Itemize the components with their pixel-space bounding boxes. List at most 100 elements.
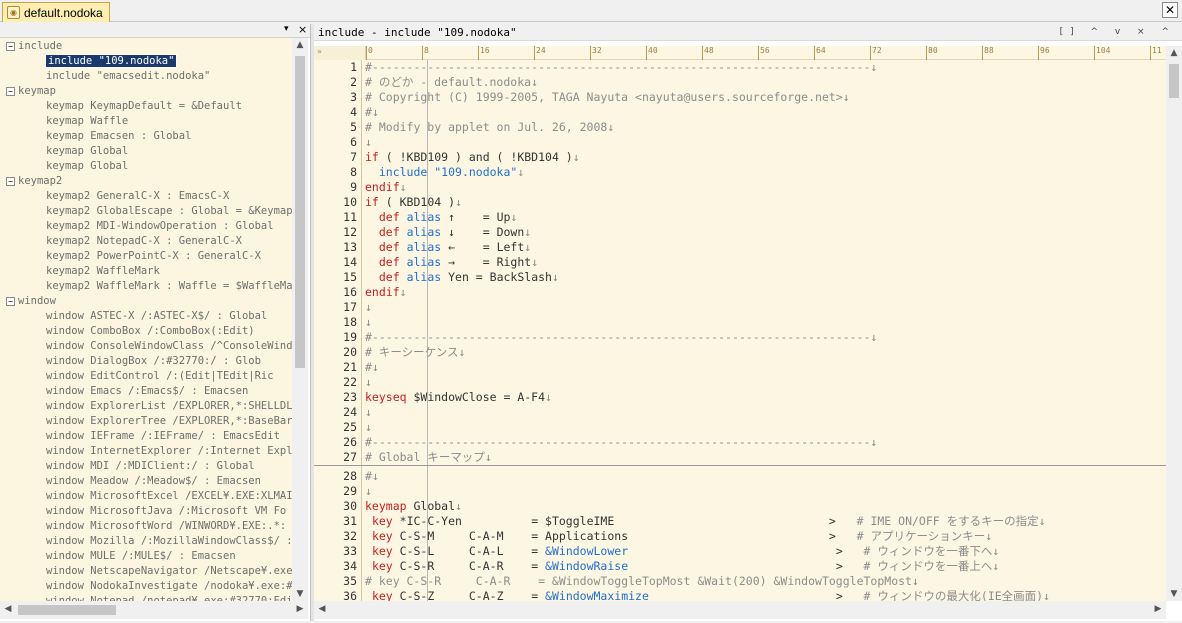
editor-vertical-scrollbar[interactable]: ▲ ▼ (1166, 46, 1182, 601)
scroll-right-icon[interactable]: ▶ (1150, 604, 1166, 614)
tree-item[interactable]: keymap Global (46, 159, 128, 174)
scroll-up-icon[interactable]: ▲ (1166, 48, 1182, 58)
tree-item[interactable]: window MULE /:MULE$/ : Emacsen (46, 549, 236, 564)
outline-tree[interactable]: − include include "109.nodoka" include "ema… (0, 38, 292, 601)
code-line[interactable]: key *IC-C-Yen = $ToggleIME > # IME ON/OF… (365, 514, 1046, 529)
tree-item[interactable]: window NetscapeNavigator /Netscape¥.exe: (46, 564, 292, 579)
scroll-right-icon[interactable]: ▶ (292, 604, 308, 614)
tree-item[interactable]: window MicrosoftExcel /EXCEL¥.EXE:XLMAIN (46, 489, 292, 504)
tree-item[interactable]: keymap KeymapDefault = &Default (46, 99, 242, 114)
tree-item[interactable]: window DialogBox /:#32770:/ : Glob (46, 354, 261, 369)
code-line[interactable]: ↓ (365, 405, 372, 420)
code-line[interactable]: ↓ (365, 484, 372, 499)
tree-item[interactable]: window Mozilla /:MozillaWindowClass$/ : (46, 534, 292, 549)
code-line[interactable]: key C-S-Z C-A-Z = &WindowMaximize > # ウィ… (365, 589, 1050, 601)
code-line[interactable]: def alias ↑ = Up↓ (365, 210, 518, 225)
code-line[interactable]: keyseq $WindowClose = A-F4↓ (365, 390, 552, 405)
editor-header-icons[interactable]: [] ^ v × ^ (1060, 24, 1176, 41)
code-line[interactable]: key C-S-L C-A-L = &WindowLower > # ウィンドウ… (365, 544, 999, 559)
code-line[interactable]: #---------------------------------------… (365, 60, 877, 75)
code-line[interactable]: def alias → = Right↓ (365, 255, 538, 270)
code-line[interactable]: if ( !KBD109 ) and ( !KBD104 )↓ (365, 150, 580, 165)
code-line[interactable]: #---------------------------------------… (365, 330, 877, 345)
tree-item[interactable]: window IEFrame /:IEFrame/ : EmacsEdit (46, 429, 280, 444)
tree-group[interactable]: − keymap2 (6, 174, 62, 189)
tree-item[interactable]: window EditControl /:(Edit|TEdit|Ric (46, 369, 274, 384)
code-line[interactable]: def alias Yen = BackSlash↓ (365, 270, 559, 285)
code-line[interactable]: def alias ← = Left↓ (365, 240, 531, 255)
close-panel-icon[interactable]: × (298, 23, 307, 36)
tree-item[interactable]: window Meadow /:Meadow$/ : Emacsen (46, 474, 261, 489)
code-line[interactable]: keymap Global↓ (365, 499, 462, 514)
code-line[interactable]: ↓ (365, 315, 372, 330)
code-line[interactable]: #↓ (365, 469, 379, 484)
code-line[interactable]: ↓ (365, 135, 372, 150)
tree-item[interactable]: window InternetExplorer /:Internet Explo (46, 444, 292, 459)
outline-horizontal-scrollbar[interactable]: ◀ ▶ (0, 601, 308, 619)
code-line[interactable]: # キーシーケンス↓ (365, 345, 465, 360)
collapse-toggle-icon[interactable]: − (6, 86, 15, 96)
tree-item[interactable]: keymap2 MDI-WindowOperation : Global (46, 219, 274, 234)
tree-item[interactable]: keymap2 NotepadC-X : GeneralC-X (46, 234, 242, 249)
collapse-toggle-icon[interactable]: − (6, 41, 15, 51)
tree-item[interactable]: keymap Emacsen : Global (46, 129, 191, 144)
tree-item[interactable]: window MicrosoftWord /WINWORD¥.EXE:.*: W (46, 519, 292, 534)
tree-item[interactable]: keymap2 WaffleMark : Waffle = $WaffleMar… (46, 279, 292, 294)
tree-item[interactable]: keymap Waffle (46, 114, 128, 129)
code-line[interactable]: endif↓ (365, 285, 407, 300)
collapse-toggle-icon[interactable]: − (6, 296, 15, 306)
tree-item[interactable]: keymap2 GlobalEscape : Global = &KeymapP… (46, 204, 292, 219)
code-line[interactable]: # Copyright (C) 1999-2005, TAGA Nayuta <… (365, 90, 850, 105)
code-line[interactable]: endif↓ (365, 180, 407, 195)
code-line[interactable]: ↓ (365, 420, 372, 435)
scroll-down-icon[interactable]: ▼ (292, 589, 308, 599)
tree-item[interactable]: window ComboBox /:ComboBox(:Edit) (46, 324, 255, 339)
tree-item[interactable]: keymap2 GeneralC-X : EmacsC-X (46, 189, 229, 204)
code-editor[interactable]: 1 2 3 4 5 6 7 8 9 10 11 12 13 14 15 16 17 18 19 20 21 22 23 24 2… (314, 60, 1166, 601)
tree-item[interactable]: window MicrosoftJava /:Microsoft VM Fo (46, 504, 286, 519)
code-line[interactable]: key C-S-R C-A-R = &WindowRaise > # ウィンドウ… (365, 559, 999, 574)
tree-group[interactable]: − window (6, 294, 56, 309)
scroll-down-icon[interactable]: ▼ (1166, 589, 1182, 599)
tree-item[interactable]: keymap Global (46, 144, 128, 159)
tree-group[interactable]: − keymap (6, 84, 56, 99)
tree-item[interactable]: window Emacs /:Emacs$/ : Emacsen (46, 384, 248, 399)
scroll-left-icon[interactable]: ◀ (314, 604, 330, 614)
code-line[interactable]: # Modify by applet on Jul. 26, 2008↓ (365, 120, 614, 135)
tree-item[interactable]: window ASTEC-X /:ASTEC-X$/ : Global (46, 309, 267, 324)
tree-item[interactable]: window ExplorerTree /EXPLORER,*:BaseBar: (46, 414, 292, 429)
tree-group[interactable]: − include (6, 39, 62, 54)
dropdown-icon[interactable]: ▾ (284, 24, 289, 34)
scroll-thumb[interactable] (18, 605, 116, 615)
tree-item[interactable]: window ExplorerList /EXPLORER,*:SHELLDLL (46, 399, 292, 414)
document-tab[interactable]: ◉ default.nodoka (2, 2, 110, 22)
tree-item[interactable]: keymap2 PowerPointC-X : GeneralC-X (46, 249, 261, 264)
scroll-up-icon[interactable]: ▲ (292, 40, 308, 50)
scroll-left-icon[interactable]: ◀ (0, 604, 16, 614)
code-line[interactable]: # のどか - default.nodoka↓ (365, 75, 538, 90)
scroll-thumb[interactable] (295, 56, 305, 368)
tree-item[interactable]: window Notepad /notepad¥.exe:#32770:Edit (46, 594, 292, 601)
tree-item[interactable]: keymap2 WaffleMark (46, 264, 160, 279)
split-view-divider[interactable] (314, 465, 1166, 466)
tree-item[interactable]: window MDI /:MDIClient:/ : Global (46, 459, 255, 474)
tree-item[interactable]: window NodokaInvestigate /nodoka¥.exe:#3 (46, 579, 292, 594)
tree-item[interactable]: window ConsoleWindowClass /^ConsoleWindo (46, 339, 292, 354)
code-line[interactable]: include "109.nodoka"↓ (365, 165, 524, 180)
code-line[interactable]: key C-S-M C-A-M = Applications > # アプリケー… (365, 529, 992, 544)
code-line[interactable]: #---------------------------------------… (365, 435, 877, 450)
code-line[interactable]: #↓ (365, 360, 379, 375)
collapse-toggle-icon[interactable]: − (6, 176, 15, 186)
code-line[interactable]: # key C-S-R C-A-R = &WindowToggleTopMost… (365, 574, 919, 589)
code-line[interactable]: ↓ (365, 300, 372, 315)
close-document-icon[interactable]: ✕ (1162, 2, 1178, 18)
tree-item[interactable]: include "emacsedit.nodoka" (46, 69, 210, 84)
outline-vertical-scrollbar[interactable]: ▲ ▼ (292, 38, 308, 601)
code-line[interactable]: ↓ (365, 375, 372, 390)
code-line[interactable]: #↓ (365, 105, 379, 120)
code-line[interactable]: if ( KBD104 )↓ (365, 195, 462, 210)
scroll-thumb[interactable] (1169, 64, 1179, 98)
editor-horizontal-scrollbar[interactable]: ◀ ▶ (314, 601, 1166, 619)
tree-item[interactable]: include "109.nodoka" (44, 54, 178, 69)
code-line[interactable]: def alias ↓ = Down↓ (365, 225, 531, 240)
